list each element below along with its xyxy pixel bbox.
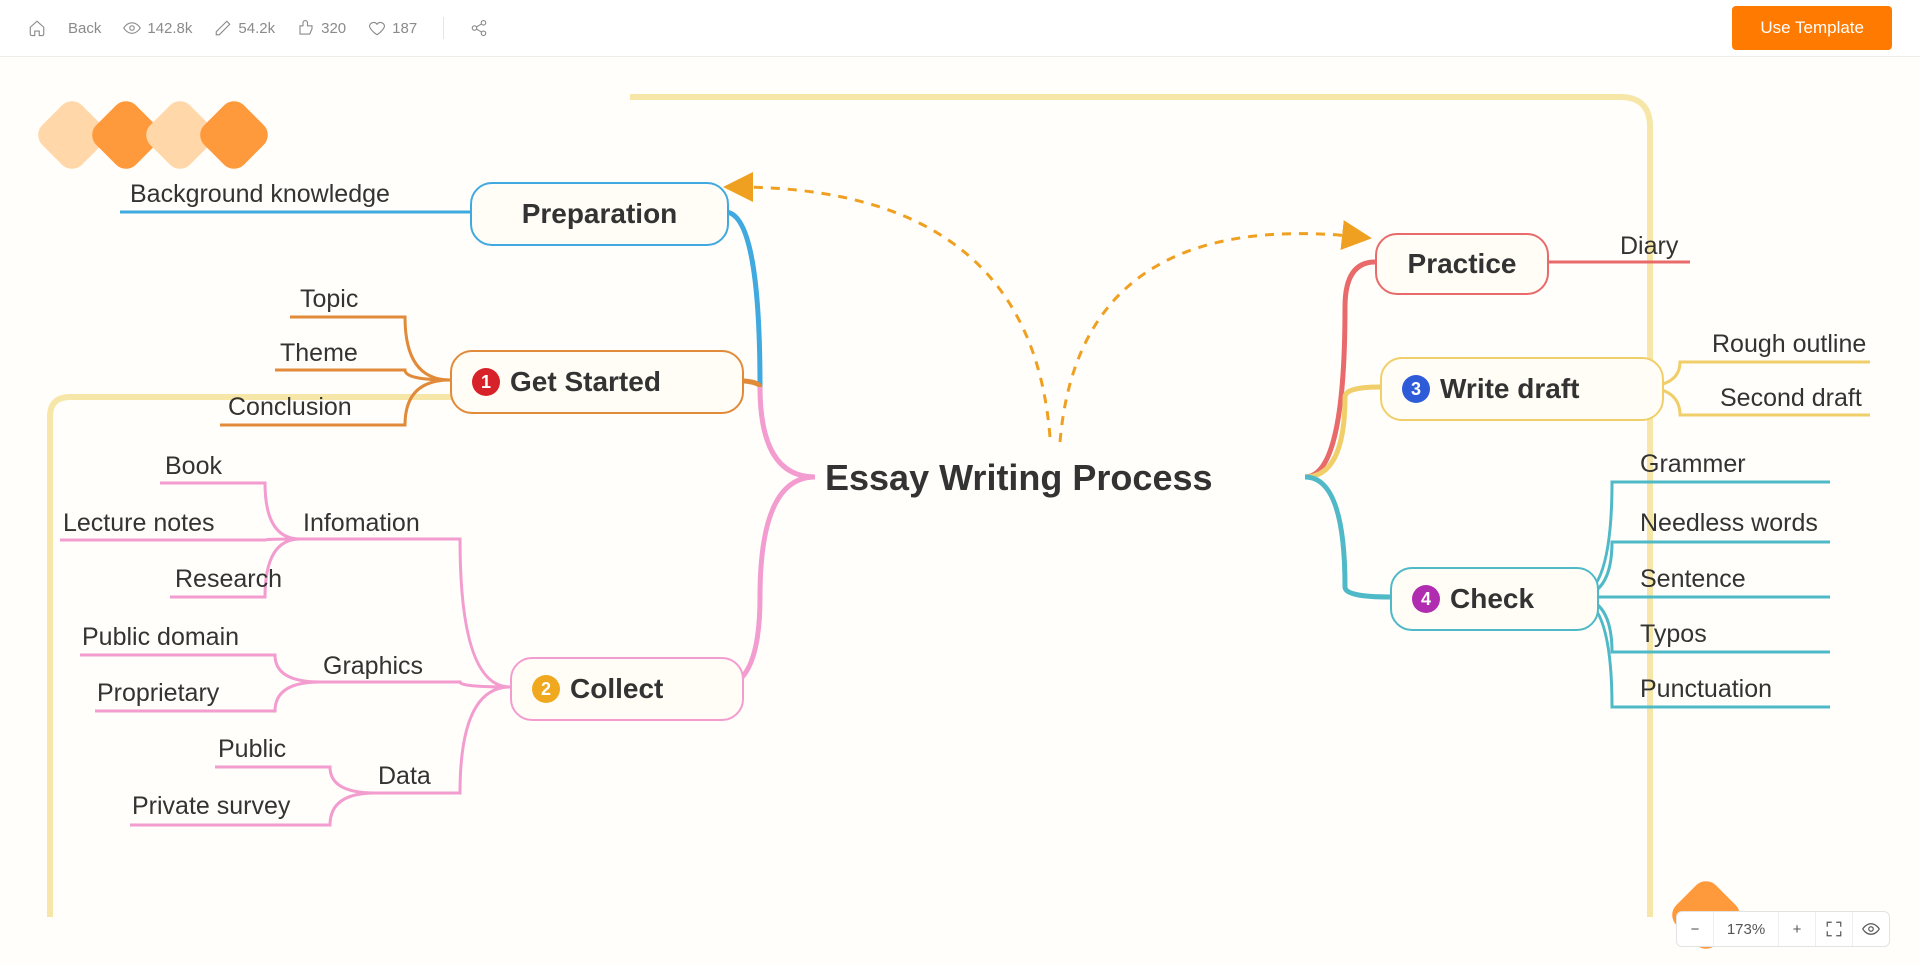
- leaf-theme[interactable]: Theme: [280, 339, 358, 368]
- badge-3: 3: [1402, 375, 1430, 403]
- leaf-second-draft[interactable]: Second draft: [1720, 384, 1862, 413]
- node-collect-label: Collect: [570, 673, 663, 705]
- group-information[interactable]: Infomation: [303, 509, 420, 538]
- leaf-background-knowledge[interactable]: Background knowledge: [130, 180, 390, 209]
- leaf-diary[interactable]: Diary: [1620, 232, 1678, 261]
- node-get-started[interactable]: 1 Get Started: [450, 350, 744, 414]
- share-button[interactable]: [470, 19, 488, 37]
- node-preparation[interactable]: Preparation: [470, 182, 729, 246]
- leaf-topic[interactable]: Topic: [300, 285, 358, 314]
- leaf-public[interactable]: Public: [218, 735, 286, 764]
- use-template-button[interactable]: Use Template: [1732, 6, 1892, 50]
- leaf-lecture-notes[interactable]: Lecture notes: [63, 509, 215, 538]
- decor-diamond: [194, 95, 273, 174]
- leaf-book[interactable]: Book: [165, 452, 222, 481]
- zoom-controls: − 173% +: [1676, 911, 1890, 947]
- pen-icon: [214, 19, 232, 37]
- views-value: 142.8k: [147, 20, 192, 37]
- leaf-research[interactable]: Research: [175, 565, 282, 594]
- node-write-draft[interactable]: 3 Write draft: [1380, 357, 1664, 421]
- mindmap-canvas[interactable]: Essay Writing Process Preparation Backgr…: [0, 57, 1920, 964]
- badge-2: 2: [532, 675, 560, 703]
- badge-4: 4: [1412, 585, 1440, 613]
- node-collect[interactable]: 2 Collect: [510, 657, 744, 721]
- leaf-sentence[interactable]: Sentence: [1640, 565, 1746, 594]
- badge-1: 1: [472, 368, 500, 396]
- views-stat: 142.8k: [123, 19, 192, 37]
- edits-value: 54.2k: [238, 20, 275, 37]
- node-write-draft-label: Write draft: [1440, 373, 1580, 405]
- leaf-proprietary[interactable]: Proprietary: [97, 679, 219, 708]
- top-toolbar: Back 142.8k 54.2k 320 187 Use Template: [0, 0, 1920, 57]
- share-icon: [470, 19, 488, 37]
- back-button[interactable]: Back: [68, 20, 101, 37]
- eye-icon: [123, 19, 141, 37]
- eye-icon: [1862, 920, 1880, 938]
- fullscreen-icon: [1825, 920, 1843, 938]
- favs-value: 187: [392, 20, 417, 37]
- home-icon[interactable]: [28, 19, 46, 37]
- presentation-button[interactable]: [1852, 912, 1889, 946]
- leaf-needless-words[interactable]: Needless words: [1640, 509, 1818, 538]
- thumb-icon: [297, 19, 315, 37]
- favs-stat[interactable]: 187: [368, 19, 417, 37]
- leaf-rough-outline[interactable]: Rough outline: [1712, 330, 1866, 359]
- edits-stat: 54.2k: [214, 19, 275, 37]
- leaf-private-survey[interactable]: Private survey: [132, 792, 290, 821]
- leaf-public-domain[interactable]: Public domain: [82, 623, 239, 652]
- zoom-in-button[interactable]: +: [1778, 912, 1815, 946]
- fullscreen-button[interactable]: [1815, 912, 1852, 946]
- zoom-out-button[interactable]: −: [1677, 912, 1713, 946]
- likes-value: 320: [321, 20, 346, 37]
- leaf-typos[interactable]: Typos: [1640, 620, 1707, 649]
- node-practice[interactable]: Practice: [1375, 233, 1549, 295]
- group-graphics[interactable]: Graphics: [323, 652, 423, 681]
- leaf-conclusion[interactable]: Conclusion: [228, 393, 352, 422]
- mindmap-center[interactable]: Essay Writing Process: [825, 457, 1213, 499]
- node-check-label: Check: [1450, 583, 1534, 615]
- node-get-started-label: Get Started: [510, 366, 661, 398]
- node-check[interactable]: 4 Check: [1390, 567, 1599, 631]
- leaf-punctuation[interactable]: Punctuation: [1640, 675, 1772, 704]
- toolbar-divider: [443, 17, 444, 39]
- group-data[interactable]: Data: [378, 762, 431, 791]
- zoom-value: 173%: [1713, 912, 1778, 946]
- heart-icon: [368, 19, 386, 37]
- leaf-grammer[interactable]: Grammer: [1640, 450, 1746, 479]
- likes-stat[interactable]: 320: [297, 19, 346, 37]
